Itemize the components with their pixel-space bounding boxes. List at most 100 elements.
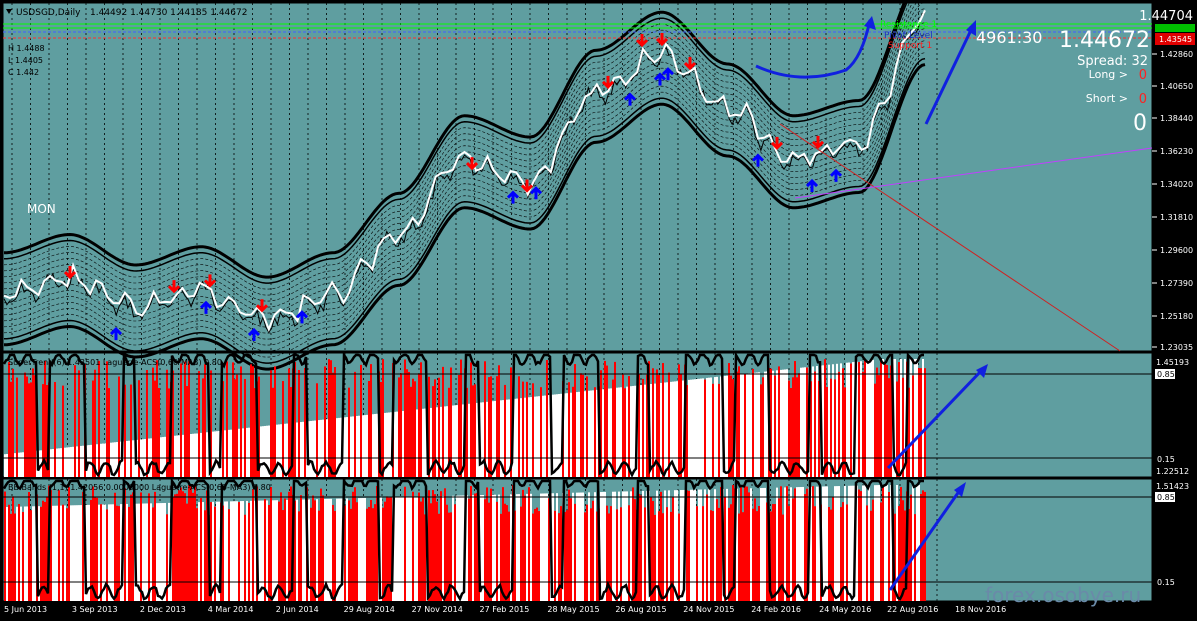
price-tick-label: 1.23035	[1160, 343, 1193, 352]
histogram-bar	[824, 359, 826, 477]
histogram-bar	[190, 486, 192, 601]
trading-chart[interactable]: USDSGD,Daily 1.44492 1.44730 1.44185 1.4…	[0, 0, 1197, 621]
histogram-bar	[756, 511, 758, 601]
histogram-bar	[360, 498, 362, 601]
histogram-bar	[422, 409, 424, 477]
histogram-bar	[174, 494, 176, 601]
histogram-bar	[358, 416, 360, 477]
histogram-bar	[772, 371, 774, 477]
histogram-bar	[580, 373, 582, 477]
histogram-bar	[158, 388, 160, 477]
histogram-bar	[372, 414, 374, 477]
histogram-bar	[868, 360, 870, 477]
histogram-bar	[68, 487, 70, 601]
histogram-bar	[502, 487, 504, 601]
histogram-bar	[674, 381, 676, 477]
histogram-bar	[182, 435, 184, 477]
histogram-bar	[156, 360, 158, 477]
histogram-bar	[374, 504, 376, 601]
histogram-bar	[756, 372, 758, 477]
histogram-bar	[408, 497, 410, 601]
histogram-bar	[824, 486, 826, 601]
histogram-bar	[538, 511, 540, 601]
histogram-bar	[916, 485, 918, 601]
histogram-bar	[58, 490, 60, 601]
histogram-bar	[66, 508, 68, 601]
histogram-bar	[420, 502, 422, 601]
histogram-bar	[666, 507, 668, 601]
histogram-bar	[332, 505, 334, 601]
histogram-bar	[382, 359, 384, 477]
histogram-bar	[160, 503, 162, 601]
histogram-bar	[146, 503, 148, 601]
histogram-bar	[474, 384, 476, 477]
histogram-bar	[352, 416, 354, 477]
histogram-bar	[16, 378, 18, 477]
price-tick-label: 1.31810	[1160, 213, 1193, 222]
price-tick-label: 1.42860	[1160, 50, 1193, 59]
histogram-bar	[640, 385, 642, 477]
histogram-bar	[776, 488, 778, 601]
histogram-bar	[708, 489, 710, 601]
histogram-bar	[406, 497, 408, 601]
histogram-bar	[762, 377, 764, 477]
histogram-bar	[632, 386, 634, 477]
histogram-bar	[80, 446, 82, 477]
histogram-bar	[72, 447, 74, 477]
histogram-bar	[864, 360, 866, 477]
histogram-bar	[140, 492, 142, 601]
histogram-bar	[814, 372, 816, 477]
indicator1-level-high: 0.85	[1157, 370, 1175, 379]
histogram-bar	[780, 486, 782, 601]
histogram-bar	[488, 503, 490, 601]
histogram-bar	[476, 403, 478, 477]
histogram-bar	[556, 394, 558, 477]
histogram-bar	[264, 499, 266, 601]
histogram-bar	[652, 501, 654, 601]
histogram-bar	[200, 498, 202, 601]
histogram-bar	[582, 375, 584, 477]
histogram-bar	[580, 493, 582, 601]
price-tick-label: 1.40650	[1160, 82, 1193, 91]
indicator2-level-low: 0.15	[1157, 578, 1175, 587]
histogram-bar	[834, 379, 836, 477]
histogram-bar	[922, 359, 924, 477]
histogram-bar	[716, 499, 718, 601]
indicator1-top: 1.45193	[1156, 358, 1189, 367]
histogram-bar	[744, 374, 746, 477]
histogram-bar	[434, 494, 436, 601]
histogram-bar	[396, 497, 398, 601]
histogram-bar	[570, 393, 572, 477]
date-axis[interactable]: 5 Jun 2013 3 Sep 2013 2 Dec 2013 4 Mar 2014…	[4, 605, 1006, 614]
histogram-bar	[316, 383, 318, 477]
histogram-bar	[836, 364, 838, 477]
histogram-bar	[470, 486, 472, 601]
histogram-bar	[900, 487, 902, 601]
histogram-bar	[244, 515, 246, 601]
histogram-bar	[398, 377, 400, 477]
histogram-bar	[616, 388, 618, 477]
histogram-bar	[882, 359, 884, 477]
histogram-bar	[714, 377, 716, 477]
price-tick-label: 1.34020	[1160, 180, 1193, 189]
histogram-bar	[406, 369, 408, 477]
histogram-bar	[542, 493, 544, 601]
histogram-bar	[536, 508, 538, 601]
watermark: forex.osobye.ru	[985, 583, 1141, 607]
histogram-bar	[748, 373, 750, 477]
histogram-bar	[72, 505, 74, 601]
histogram-bar	[778, 366, 780, 477]
histogram-bar	[14, 453, 16, 477]
histogram-bar	[28, 383, 30, 477]
histogram-bar	[774, 504, 776, 601]
main-pane[interactable]	[3, 3, 1152, 351]
histogram-bar	[584, 512, 586, 601]
histogram-bar	[144, 503, 146, 601]
histogram-bar	[358, 498, 360, 601]
histogram-bar	[252, 489, 254, 601]
histogram-bar	[528, 487, 530, 601]
histogram-bar	[602, 492, 604, 601]
date-label: 2 Jun 2014	[276, 605, 319, 614]
histogram-bar	[330, 499, 332, 601]
histogram-bar	[28, 492, 30, 601]
